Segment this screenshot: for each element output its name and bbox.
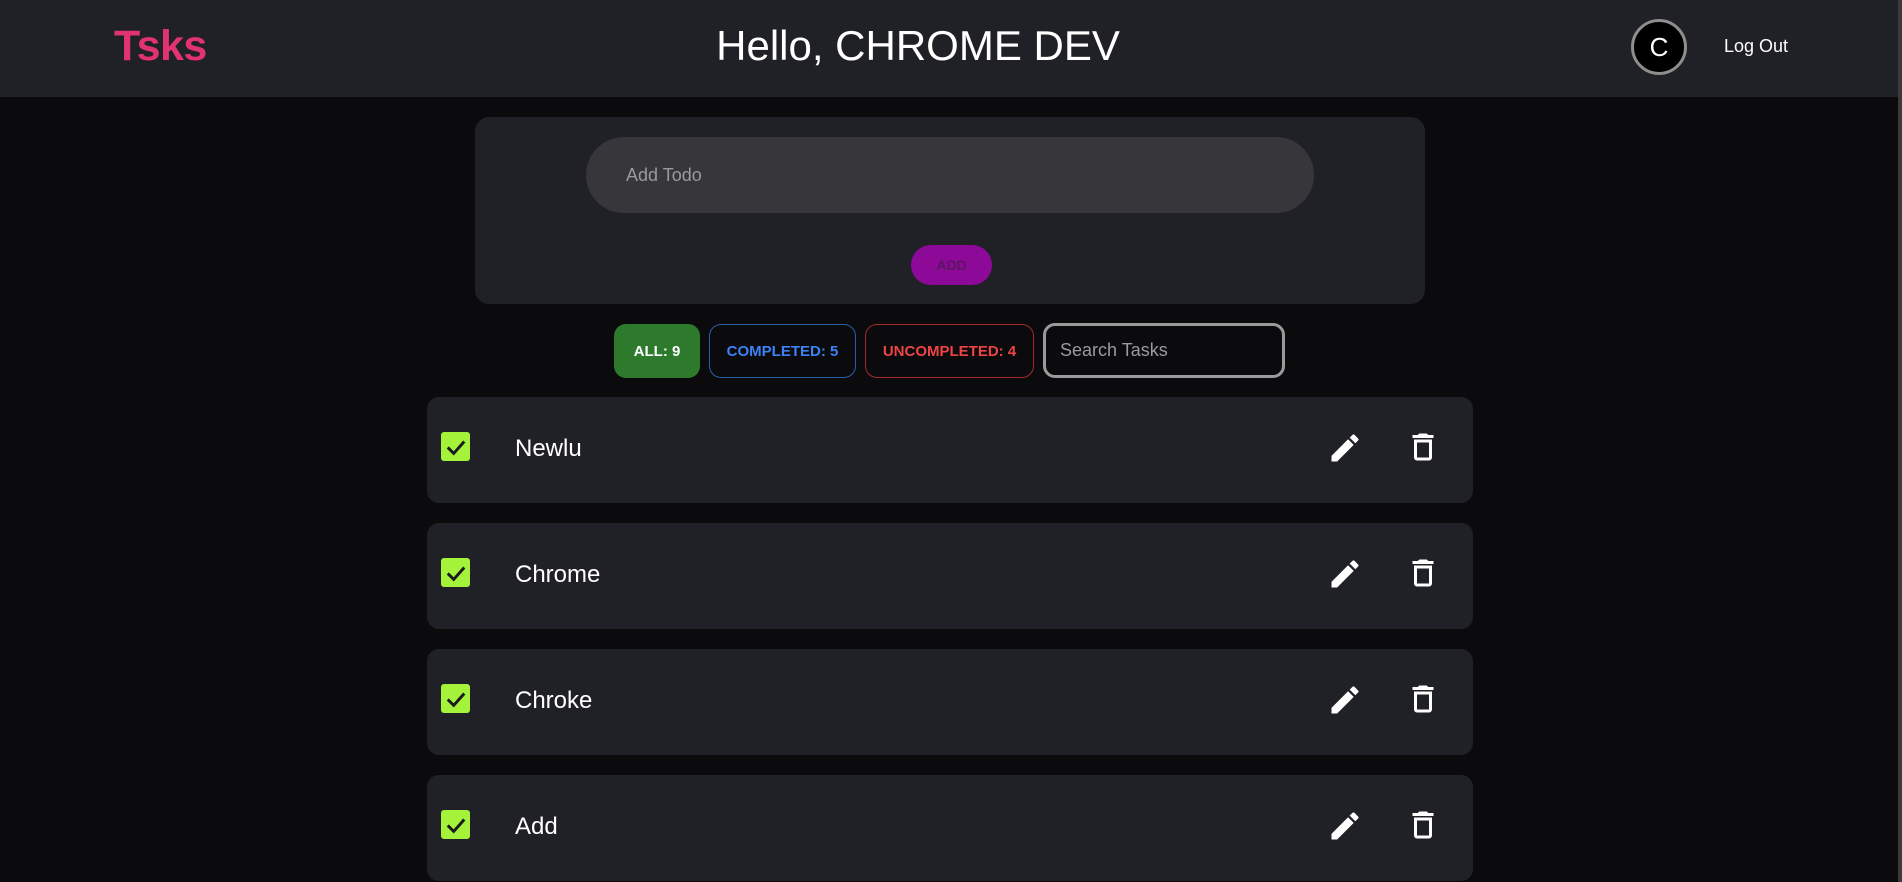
check-icon [446,818,465,834]
logout-button[interactable]: Log Out [1724,36,1788,57]
task-checkbox[interactable] [441,432,470,461]
check-icon [446,566,465,582]
task-label: Add [515,813,558,840]
task-item: Add [427,775,1473,881]
task-item: Chroke [427,649,1473,755]
avatar[interactable]: C [1631,19,1687,75]
greeting-title: Hello, CHROME DEV [716,22,1120,69]
task-checkbox[interactable] [441,558,470,587]
task-item: Newlu [427,397,1473,503]
filter-completed-button[interactable]: COMPLETED: 5 [709,324,856,378]
check-icon [446,692,465,708]
add-todo-card: ADD [475,117,1425,304]
app-header: Tsks Hello, CHROME DEV C Log Out [0,0,1902,97]
task-checkbox[interactable] [441,810,470,839]
trash-icon[interactable] [1405,807,1441,843]
trash-icon[interactable] [1405,429,1441,465]
filter-uncompleted-button[interactable]: UNCOMPLETED: 4 [865,324,1034,378]
trash-icon[interactable] [1405,681,1441,717]
task-checkbox[interactable] [441,684,470,713]
pencil-icon[interactable] [1327,682,1363,718]
trash-icon[interactable] [1405,555,1441,591]
pencil-icon[interactable] [1327,556,1363,592]
scrollbar[interactable] [1898,0,1902,882]
task-label: Chroke [515,687,593,714]
add-button[interactable]: ADD [911,245,992,285]
check-icon [446,440,465,456]
task-label: Newlu [515,435,582,462]
search-tasks-input[interactable] [1043,323,1285,378]
add-todo-input[interactable] [586,137,1314,213]
task-list: Newlu Chrome Chroke Add [427,397,1473,882]
filter-all-button[interactable]: ALL: 9 [614,324,700,378]
pencil-icon[interactable] [1327,430,1363,466]
pencil-icon[interactable] [1327,808,1363,844]
task-label: Chrome [515,561,601,588]
task-item: Chrome [427,523,1473,629]
